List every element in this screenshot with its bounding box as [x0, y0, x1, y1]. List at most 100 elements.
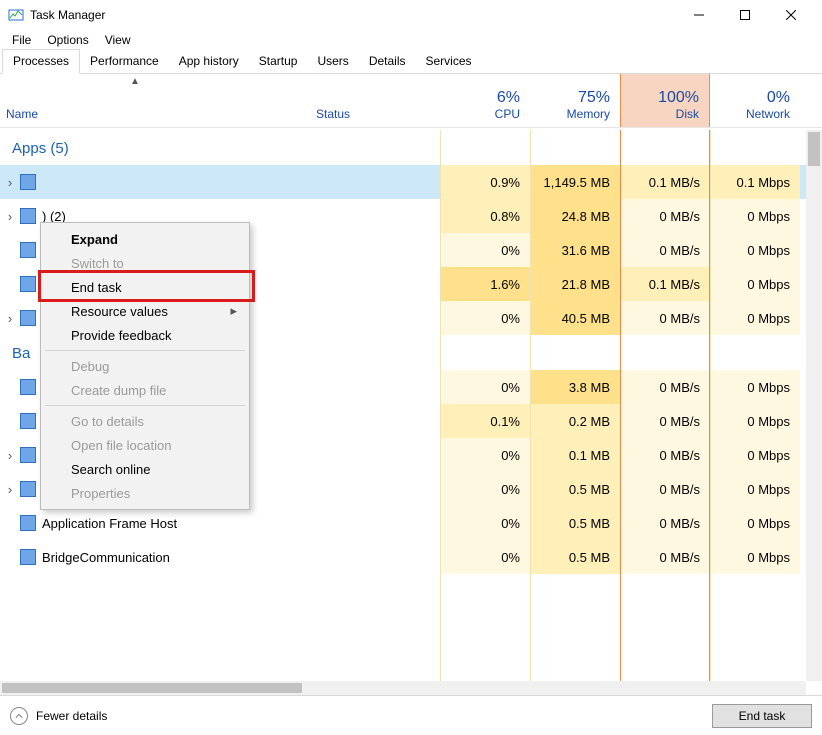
app-icon — [8, 7, 24, 23]
scrollbar-thumb[interactable] — [808, 132, 820, 166]
process-status — [310, 233, 440, 267]
disk-value: 0 MB/s — [620, 301, 710, 335]
col-network[interactable]: 0% Network — [710, 74, 800, 127]
cpu-value: 0.8% — [440, 199, 530, 233]
process-icon — [20, 242, 36, 258]
process-status — [310, 370, 440, 404]
ctx-expand[interactable]: Expand — [43, 227, 247, 251]
expand-icon[interactable]: › — [0, 311, 20, 326]
tab-app-history[interactable]: App history — [169, 50, 249, 73]
mem-value: 3.8 MB — [530, 370, 620, 404]
cpu-value: 1.6% — [440, 267, 530, 301]
group-apps[interactable]: Apps (5) — [0, 130, 806, 165]
tab-details[interactable]: Details — [359, 50, 416, 73]
col-status[interactable]: Status — [310, 74, 440, 127]
process-status — [310, 404, 440, 438]
cpu-value: 0% — [440, 370, 530, 404]
cpu-value: 0% — [440, 233, 530, 267]
process-icon — [20, 310, 36, 326]
mem-value: 0.5 MB — [530, 540, 620, 574]
net-value: 0.1 Mbps — [710, 165, 800, 199]
process-status — [310, 506, 440, 540]
ctx-resource-values[interactable]: Resource values ▸ — [43, 299, 247, 323]
process-name: Application Frame Host — [42, 516, 177, 531]
minimize-button[interactable] — [676, 0, 722, 30]
expand-icon[interactable]: › — [0, 482, 20, 497]
table-row[interactable]: BridgeCommunication0%0.5 MB0 MB/s0 Mbps — [0, 540, 806, 574]
col-disk[interactable]: 100% Disk — [620, 74, 710, 127]
net-value: 0 Mbps — [710, 438, 800, 472]
table-row[interactable]: ›0.9%1,149.5 MB0.1 MB/s0.1 Mbps — [0, 165, 806, 199]
mem-value: 0.5 MB — [530, 472, 620, 506]
chevron-right-icon: ▸ — [230, 303, 237, 319]
tab-performance[interactable]: Performance — [80, 50, 169, 73]
net-value: 0 Mbps — [710, 370, 800, 404]
process-icon — [20, 379, 36, 395]
process-status — [310, 165, 440, 199]
fewer-details-label: Fewer details — [36, 709, 107, 723]
ctx-provide-feedback[interactable]: Provide feedback — [43, 323, 247, 347]
process-status — [310, 199, 440, 233]
net-value: 0 Mbps — [710, 472, 800, 506]
net-value: 0 Mbps — [710, 506, 800, 540]
mem-value: 31.6 MB — [530, 233, 620, 267]
net-value: 0 Mbps — [710, 267, 800, 301]
menu-options[interactable]: Options — [39, 31, 96, 49]
ctx-search-online[interactable]: Search online — [43, 457, 247, 481]
cpu-value: 0% — [440, 438, 530, 472]
process-icon — [20, 447, 36, 463]
process-status — [310, 267, 440, 301]
end-task-button[interactable]: End task — [712, 704, 812, 728]
cpu-value: 0.9% — [440, 165, 530, 199]
expand-icon[interactable]: › — [0, 448, 20, 463]
mem-value: 0.1 MB — [530, 438, 620, 472]
col-name[interactable]: Name — [0, 74, 310, 127]
window-title: Task Manager — [30, 8, 105, 22]
process-status — [310, 540, 440, 574]
menu-file[interactable]: File — [4, 31, 39, 49]
close-button[interactable] — [768, 0, 814, 30]
tab-startup[interactable]: Startup — [249, 50, 308, 73]
tab-processes[interactable]: Processes — [2, 49, 80, 74]
expand-icon[interactable]: › — [0, 175, 20, 190]
fewer-details-toggle[interactable]: Fewer details — [10, 707, 107, 725]
net-value: 0 Mbps — [710, 233, 800, 267]
vertical-scrollbar[interactable] — [806, 130, 822, 681]
mem-value: 40.5 MB — [530, 301, 620, 335]
process-status — [310, 438, 440, 472]
process-name: BridgeCommunication — [42, 550, 170, 565]
cpu-value: 0% — [440, 472, 530, 506]
process-icon — [20, 549, 36, 565]
disk-value: 0 MB/s — [620, 233, 710, 267]
process-icon — [20, 276, 36, 292]
mem-value: 24.8 MB — [530, 199, 620, 233]
table-row[interactable]: Application Frame Host0%0.5 MB0 MB/s0 Mb… — [0, 506, 806, 540]
expand-icon[interactable]: › — [0, 209, 20, 224]
menu-view[interactable]: View — [97, 31, 139, 49]
scrollbar-thumb[interactable] — [2, 683, 302, 693]
process-icon — [20, 174, 36, 190]
maximize-button[interactable] — [722, 0, 768, 30]
net-value: 0 Mbps — [710, 404, 800, 438]
process-icon — [20, 481, 36, 497]
disk-value: 0 MB/s — [620, 404, 710, 438]
col-memory[interactable]: 75% Memory — [530, 74, 620, 127]
ctx-open-file-location: Open file location — [43, 433, 247, 457]
col-cpu[interactable]: 6% CPU — [440, 74, 530, 127]
disk-value: 0 MB/s — [620, 472, 710, 506]
horizontal-scrollbar[interactable] — [0, 681, 806, 695]
process-icon — [20, 515, 36, 531]
mem-value: 0.5 MB — [530, 506, 620, 540]
ctx-go-to-details: Go to details — [43, 409, 247, 433]
process-icon — [20, 413, 36, 429]
tab-strip: Processes Performance App history Startu… — [0, 50, 822, 74]
cpu-value: 0% — [440, 506, 530, 540]
ctx-end-task[interactable]: End task — [43, 275, 247, 299]
disk-value: 0.1 MB/s — [620, 267, 710, 301]
context-menu: Expand Switch to End task Resource value… — [40, 222, 250, 510]
net-value: 0 Mbps — [710, 540, 800, 574]
tab-users[interactable]: Users — [307, 50, 358, 73]
tab-services[interactable]: Services — [416, 50, 482, 73]
chevron-up-icon — [10, 707, 28, 725]
disk-value: 0 MB/s — [620, 540, 710, 574]
